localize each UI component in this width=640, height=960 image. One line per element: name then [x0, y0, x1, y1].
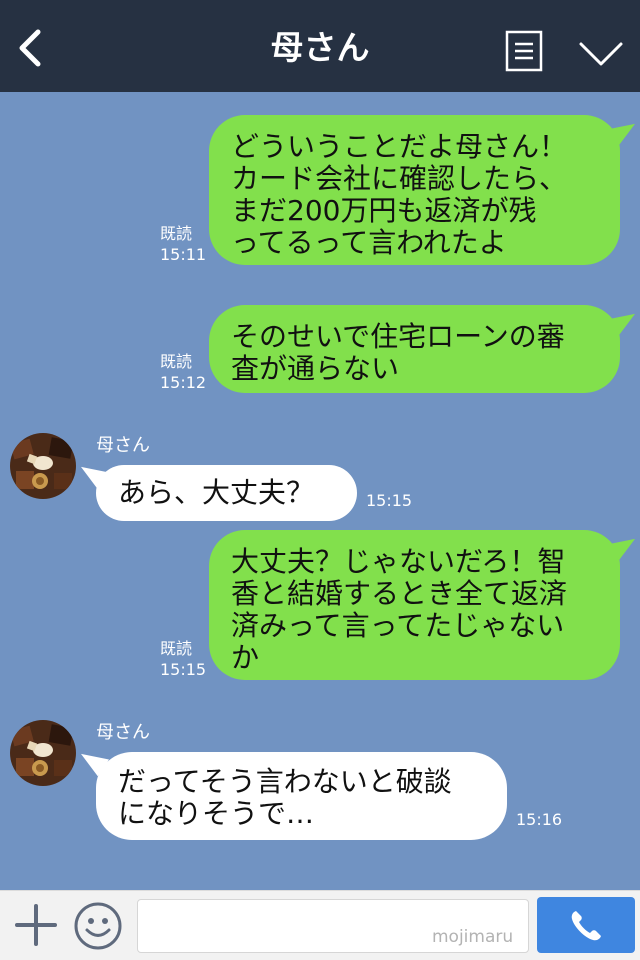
read-status: 既読 [160, 639, 193, 658]
message-time: 15:15 [366, 491, 413, 510]
message-time: 15:11 [160, 245, 207, 264]
read-status: 既読 [160, 352, 193, 371]
read-status: 既読 [160, 224, 193, 243]
chevron-down-icon[interactable] [578, 40, 624, 68]
message-bubble-incoming[interactable]: あら、大丈夫？ [96, 465, 357, 521]
phone-icon [571, 911, 601, 941]
message-time: 15:12 [160, 373, 207, 392]
bubble-tail [607, 123, 635, 147]
avatar[interactable] [10, 433, 76, 499]
smiley-icon[interactable] [73, 901, 123, 951]
message-bubble-outgoing[interactable]: どういうことだよ母さん！ カード会社に確認したら、 まだ200万円も返済が残 っ… [209, 115, 620, 265]
sender-name: 母さん [96, 435, 150, 456]
message-bubble-outgoing[interactable]: そのせいで住宅ローンの審 査が通らない [209, 305, 620, 393]
chat-title: 母さん [270, 28, 370, 67]
chat-area[interactable]: どういうことだよ母さん！ カード会社に確認したら、 まだ200万円も返済が残 っ… [0, 92, 640, 890]
message-bubble-incoming[interactable]: だってそう言わないと破談 になりそうで… [96, 752, 507, 840]
watermark: mojimaru [432, 927, 514, 947]
bubble-tail [607, 313, 635, 337]
plus-icon[interactable] [14, 903, 58, 947]
call-button[interactable] [537, 897, 635, 953]
message-bubble-outgoing[interactable]: 大丈夫？じゃないだろ！智 香と結婚するとき全て返済 済みって言ってたじゃない か [209, 530, 620, 680]
chat-header: 母さん [0, 0, 640, 92]
avatar[interactable] [10, 720, 76, 786]
bubble-tail [607, 538, 635, 562]
input-bar: mojimaru [0, 890, 640, 960]
sender-name: 母さん [96, 722, 150, 743]
message-time: 15:16 [516, 810, 563, 829]
menu-icon[interactable] [505, 30, 543, 72]
message-time: 15:15 [160, 660, 207, 679]
